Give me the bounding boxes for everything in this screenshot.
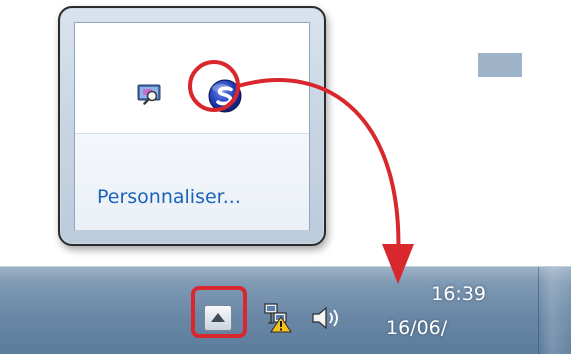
show-desktop-button[interactable] <box>538 267 571 354</box>
taskbar: 16:39 16/06/ <box>0 266 571 354</box>
popup-content: Personnaliser... <box>74 22 310 230</box>
network-warning-icon[interactable] <box>263 301 293 333</box>
speaker-icon[interactable] <box>310 305 344 331</box>
customize-area: Personnaliser... <box>75 134 309 230</box>
scansnap-highlight-circle <box>188 60 240 112</box>
clock[interactable]: 16:39 16/06/ <box>376 279 516 349</box>
screenshot-stage: Personnaliser... 16:39 16/06/ <box>0 0 571 354</box>
customize-link[interactable]: Personnaliser... <box>97 186 241 208</box>
show-hidden-highlight-box <box>191 286 247 338</box>
display-magnifier-icon[interactable] <box>137 83 163 105</box>
notification-overflow-popup: Personnaliser... <box>58 6 326 246</box>
clock-time: 16:39 <box>431 283 486 305</box>
clock-date: 16/06/ <box>386 317 448 339</box>
date-redaction <box>478 53 522 77</box>
